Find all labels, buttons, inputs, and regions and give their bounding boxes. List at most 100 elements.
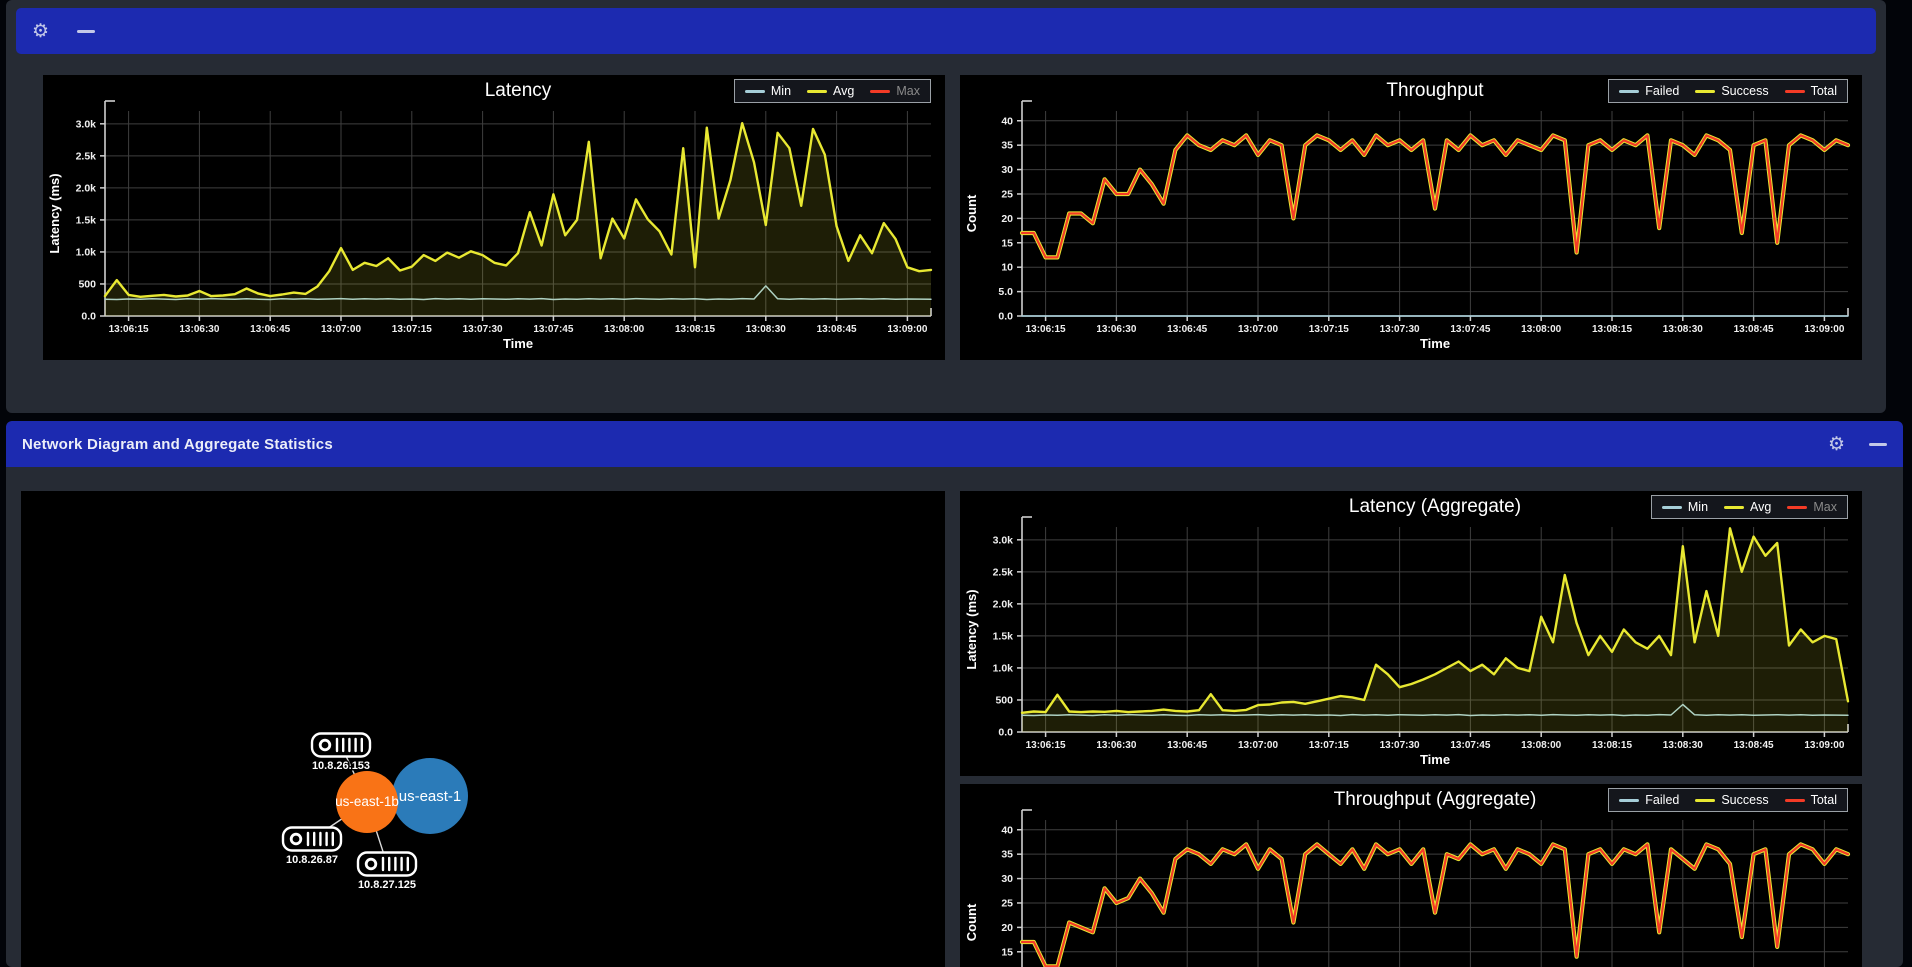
legend-item-max[interactable]: Max <box>870 84 920 98</box>
svg-text:Latency (ms): Latency (ms) <box>964 589 979 669</box>
gear-icon[interactable]: ⚙ <box>32 22 49 41</box>
throughput-chart[interactable]: ThroughputFailedSuccessTotal0.05.0101520… <box>960 75 1862 360</box>
legend-label: Max <box>1813 500 1837 514</box>
legend-swatch <box>1619 90 1639 93</box>
svg-text:13:06:45: 13:06:45 <box>250 324 290 335</box>
plot-area[interactable]: 0.05001.0k1.5k2.0k2.5k3.0k13:06:1513:06:… <box>43 75 945 360</box>
legend-swatch <box>870 90 890 93</box>
svg-text:13:07:45: 13:07:45 <box>533 324 573 335</box>
svg-text:15: 15 <box>1001 946 1013 958</box>
svg-text:2.5k: 2.5k <box>993 566 1014 578</box>
svg-text:35: 35 <box>1001 849 1013 861</box>
svg-text:13:06:45: 13:06:45 <box>1167 740 1207 751</box>
svg-text:10: 10 <box>1001 262 1013 274</box>
svg-text:13:08:15: 13:08:15 <box>1592 324 1632 335</box>
svg-text:35: 35 <box>1001 140 1013 152</box>
plot-area[interactable]: 0.05001.0k1.5k2.0k2.5k3.0k13:06:1513:06:… <box>960 491 1862 776</box>
minimize-icon[interactable] <box>77 30 95 33</box>
svg-text:Latency (ms): Latency (ms) <box>47 173 62 253</box>
legend-item-total[interactable]: Total <box>1785 84 1837 98</box>
svg-text:13:07:00: 13:07:00 <box>1238 324 1278 335</box>
legend-swatch <box>1662 506 1682 509</box>
svg-text:25: 25 <box>1001 897 1013 909</box>
host-ip-label: 10.8.26.87 <box>286 854 338 866</box>
svg-text:13:06:45: 13:06:45 <box>1167 324 1207 335</box>
svg-text:13:08:00: 13:08:00 <box>604 324 644 335</box>
network-diagram-canvas[interactable]: us-east-1us-east-1b10.8.26.15310.8.26.87… <box>21 491 945 967</box>
svg-text:2.5k: 2.5k <box>76 150 97 162</box>
network-panel: Network Diagram and Aggregate Statistics… <box>6 421 1903 967</box>
legend-swatch <box>1785 799 1805 802</box>
chart-legend: Failed Success Total <box>1608 79 1848 103</box>
svg-text:13:07:15: 13:07:15 <box>392 324 432 335</box>
legend-label: Total <box>1811 793 1837 807</box>
throughput-aggregate-chart[interactable]: Throughput (Aggregate)FailedSuccessTotal… <box>960 784 1862 967</box>
charts-panel: ⚙ LatencyMinAvgMax0.05001.0k1.5k2.0k2.5k… <box>6 0 1886 413</box>
svg-text:Time: Time <box>503 336 533 351</box>
svg-text:13:09:00: 13:09:00 <box>887 324 927 335</box>
svg-text:13:08:00: 13:08:00 <box>1521 324 1561 335</box>
svg-text:30: 30 <box>1001 873 1013 885</box>
svg-text:13:07:45: 13:07:45 <box>1450 740 1490 751</box>
svg-text:13:08:45: 13:08:45 <box>1734 740 1774 751</box>
svg-text:13:06:15: 13:06:15 <box>1026 740 1066 751</box>
svg-text:13:06:15: 13:06:15 <box>109 324 149 335</box>
legend-item-min[interactable]: Min <box>1662 500 1708 514</box>
legend-swatch <box>1695 90 1715 93</box>
svg-text:13:06:30: 13:06:30 <box>1096 740 1136 751</box>
legend-label: Min <box>771 84 791 98</box>
latency-chart[interactable]: LatencyMinAvgMax0.05001.0k1.5k2.0k2.5k3.… <box>43 75 945 360</box>
legend-label: Avg <box>833 84 854 98</box>
svg-text:13:09:00: 13:09:00 <box>1804 740 1844 751</box>
gear-icon[interactable]: ⚙ <box>1828 435 1845 454</box>
latency-aggregate-chart[interactable]: Latency (Aggregate)MinAvgMax0.05001.0k1.… <box>960 491 1862 776</box>
host-ip-label: 10.8.27.125 <box>358 879 416 891</box>
svg-text:13:08:45: 13:08:45 <box>817 324 857 335</box>
legend-label: Success <box>1721 84 1768 98</box>
svg-text:Count: Count <box>964 903 979 941</box>
panel-title: Network Diagram and Aggregate Statistics <box>22 436 333 453</box>
legend-item-success[interactable]: Success <box>1695 84 1768 98</box>
legend-swatch <box>1724 506 1744 509</box>
legend-swatch <box>1619 799 1639 802</box>
svg-text:1.0k: 1.0k <box>993 662 1014 674</box>
network-node-host[interactable]: 10.8.26.87 <box>283 828 341 867</box>
legend-swatch <box>1785 90 1805 93</box>
legend-item-success[interactable]: Success <box>1695 793 1768 807</box>
legend-item-avg[interactable]: Avg <box>807 84 854 98</box>
svg-text:40: 40 <box>1001 824 1013 836</box>
host-ip-label: 10.8.26.153 <box>312 760 370 772</box>
svg-text:1.5k: 1.5k <box>76 214 97 226</box>
svg-text:13:08:15: 13:08:15 <box>1592 740 1632 751</box>
svg-text:13:07:45: 13:07:45 <box>1450 324 1490 335</box>
legend-label: Total <box>1811 84 1837 98</box>
legend-item-min[interactable]: Min <box>745 84 791 98</box>
legend-item-total[interactable]: Total <box>1785 793 1837 807</box>
legend-item-max[interactable]: Max <box>1787 500 1837 514</box>
chart-legend: Failed Success Total <box>1608 788 1848 812</box>
svg-text:500: 500 <box>78 278 96 290</box>
dashboard: { "icons": { "gear_glyph": "⚙" }, "color… <box>0 0 1912 967</box>
svg-text:25: 25 <box>1001 188 1013 200</box>
network-node-host[interactable]: 10.8.26.153 <box>312 734 370 773</box>
legend-label: Avg <box>1750 500 1771 514</box>
legend-label: Success <box>1721 793 1768 807</box>
legend-item-failed[interactable]: Failed <box>1619 84 1679 98</box>
svg-text:500: 500 <box>995 694 1013 706</box>
legend-label: Failed <box>1645 84 1679 98</box>
network-node-host[interactable]: 10.8.27.125 <box>358 853 416 892</box>
plot-area[interactable]: 0.05.01015202530354013:06:1513:06:3013:0… <box>960 75 1862 360</box>
svg-text:13:08:00: 13:08:00 <box>1521 740 1561 751</box>
svg-text:13:08:30: 13:08:30 <box>746 324 786 335</box>
network-diagram[interactable]: us-east-1us-east-1b10.8.26.15310.8.26.87… <box>21 491 945 967</box>
chart-legend: Min Avg Max <box>1651 495 1848 519</box>
svg-text:13:09:00: 13:09:00 <box>1804 324 1844 335</box>
minimize-icon[interactable] <box>1869 443 1887 446</box>
svg-text:Count: Count <box>964 194 979 232</box>
legend-item-failed[interactable]: Failed <box>1619 793 1679 807</box>
svg-text:Time: Time <box>1420 336 1450 351</box>
svg-text:13:07:30: 13:07:30 <box>1380 324 1420 335</box>
legend-item-avg[interactable]: Avg <box>1724 500 1771 514</box>
svg-text:0.0: 0.0 <box>998 727 1013 739</box>
svg-text:5.0: 5.0 <box>998 286 1013 298</box>
